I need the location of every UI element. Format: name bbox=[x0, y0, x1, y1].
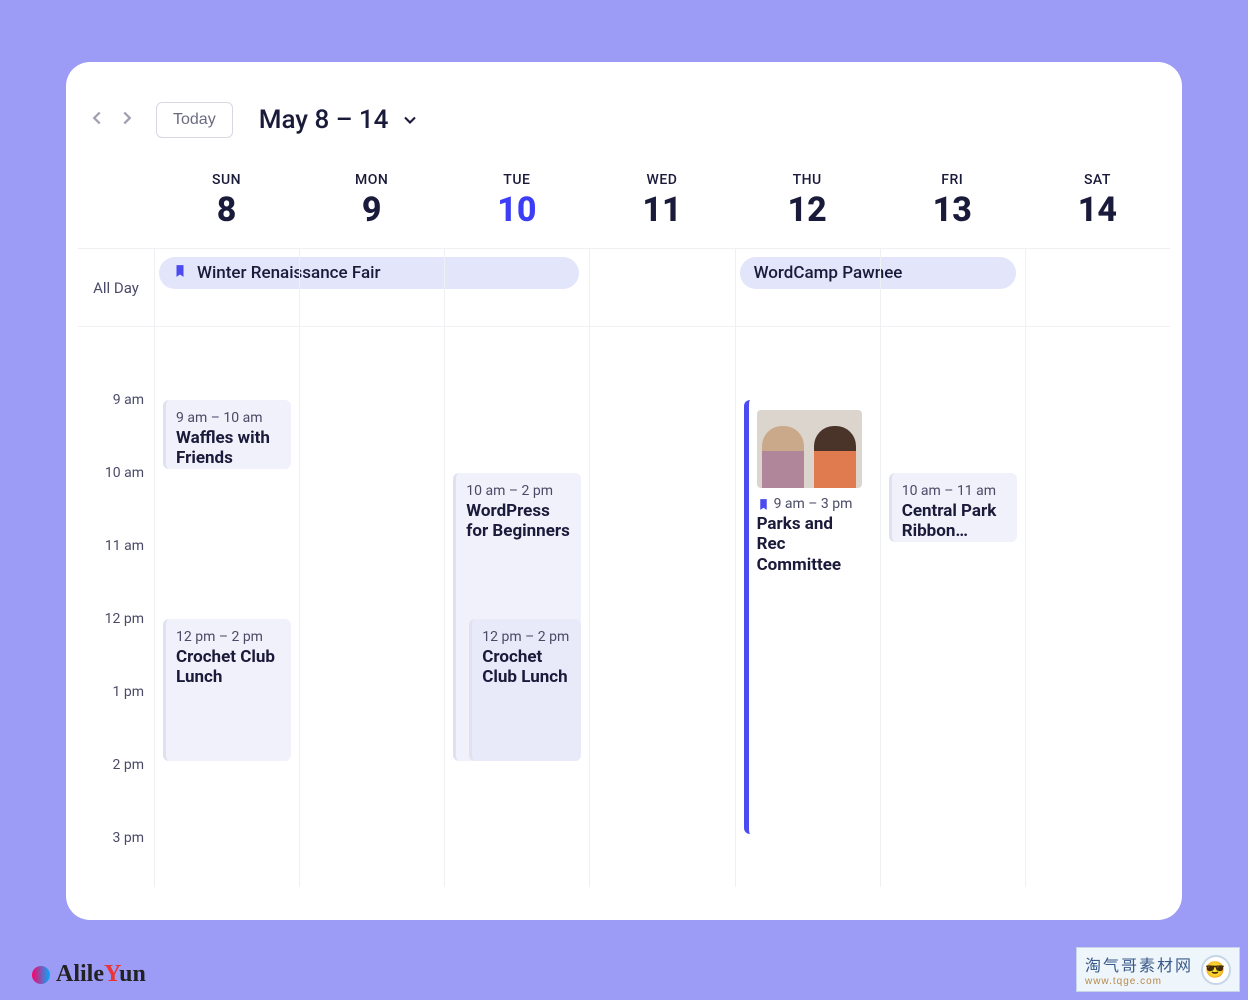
calendar-event[interactable]: 9 am – 3 pm Parks and Rec Committee bbox=[744, 400, 872, 834]
calendar-card: Today May 8 – 14 SUN8 MON9 TUE10 WED11 T… bbox=[66, 62, 1182, 920]
all-day-cell[interactable] bbox=[589, 249, 734, 327]
bookmark-icon bbox=[757, 496, 774, 512]
watermark-logo: AlileYun bbox=[32, 961, 146, 988]
toolbar: Today May 8 – 14 bbox=[78, 102, 1170, 162]
event-title: Central Park Ribbon… bbox=[902, 501, 1007, 542]
all-day-cell[interactable]: Winter Renaissance Fair bbox=[154, 249, 299, 327]
chevron-left-icon bbox=[86, 107, 108, 129]
event-title: Crochet Club Lunch bbox=[176, 647, 281, 688]
all-day-cell[interactable] bbox=[1025, 249, 1170, 327]
watermark-source: 淘气哥素材网 www.tqge.com 😎 bbox=[1076, 947, 1240, 992]
time-grid: 9 am 10 am 11 am 12 pm 1 pm 2 pm 3 pm 9 am – 1… bbox=[78, 327, 1170, 887]
all-day-label: All Day bbox=[78, 249, 154, 327]
event-time: 12 pm – 2 pm bbox=[482, 629, 571, 645]
chevron-down-icon bbox=[400, 110, 420, 130]
event-title: Parks and Rec Committee bbox=[757, 514, 862, 575]
day-column[interactable] bbox=[1025, 327, 1170, 887]
time-label: 11 am bbox=[105, 538, 144, 554]
day-column[interactable]: 9 am – 3 pm Parks and Rec Committee bbox=[735, 327, 880, 887]
next-week-button[interactable] bbox=[116, 107, 138, 133]
today-button[interactable]: Today bbox=[156, 102, 233, 138]
all-day-row: All Day Winter Renaissance Fair WordCamp… bbox=[78, 249, 1170, 327]
event-title: Waffles with Friends bbox=[176, 428, 281, 469]
all-day-cell[interactable] bbox=[444, 249, 589, 327]
day-column[interactable]: 10 am – 2 pm WordPress for Beginners 12 pm… bbox=[444, 327, 589, 887]
all-day-cell[interactable]: WordCamp Pawnee bbox=[735, 249, 880, 327]
time-label: 12 pm bbox=[105, 611, 144, 627]
event-time: 9 am – 3 pm bbox=[757, 496, 862, 512]
calendar-event[interactable]: 9 am – 10 am Waffles with Friends bbox=[163, 400, 291, 469]
all-day-cell[interactable] bbox=[880, 249, 1025, 327]
day-column[interactable]: 9 am – 10 am Waffles with Friends 12 pm – … bbox=[154, 327, 299, 887]
day-header[interactable]: MON9 bbox=[299, 162, 444, 249]
date-range-picker[interactable]: May 8 – 14 bbox=[259, 105, 421, 135]
day-header[interactable]: FRI13 bbox=[880, 162, 1025, 249]
time-label: 2 pm bbox=[113, 757, 144, 773]
bookmark-icon bbox=[173, 263, 187, 283]
calendar-event[interactable]: 12 pm – 2 pm Crochet Club Lunch bbox=[469, 619, 581, 761]
event-time: 10 am – 11 am bbox=[902, 483, 1007, 499]
time-label: 3 pm bbox=[113, 830, 144, 846]
day-header[interactable]: TUE10 bbox=[444, 162, 589, 249]
day-header[interactable]: SUN8 bbox=[154, 162, 299, 249]
calendar-event[interactable]: 10 am – 11 am Central Park Ribbon… bbox=[889, 473, 1017, 542]
day-header[interactable]: SAT14 bbox=[1025, 162, 1170, 249]
event-time: 9 am – 10 am bbox=[176, 410, 281, 426]
time-label: 10 am bbox=[105, 465, 144, 481]
event-title: WordPress for Beginners bbox=[466, 501, 571, 542]
time-label: 9 am bbox=[113, 392, 144, 408]
prev-week-button[interactable] bbox=[86, 107, 108, 133]
calendar-event[interactable]: 12 pm – 2 pm Crochet Club Lunch bbox=[163, 619, 291, 761]
time-label: 1 pm bbox=[113, 684, 144, 700]
event-image bbox=[757, 410, 862, 488]
chevron-right-icon bbox=[116, 107, 138, 129]
date-range-label: May 8 – 14 bbox=[259, 105, 389, 135]
day-header[interactable]: WED11 bbox=[589, 162, 734, 249]
event-time: 12 pm – 2 pm bbox=[176, 629, 281, 645]
day-header-row: SUN8 MON9 TUE10 WED11 THU12 FRI13 SAT14 bbox=[78, 162, 1170, 249]
event-time: 10 am – 2 pm bbox=[466, 483, 571, 499]
day-column[interactable] bbox=[299, 327, 444, 887]
mascot-icon: 😎 bbox=[1201, 955, 1231, 985]
day-column[interactable] bbox=[589, 327, 734, 887]
event-title: Crochet Club Lunch bbox=[482, 647, 571, 688]
logo-icon bbox=[32, 966, 50, 984]
nav-arrows bbox=[86, 107, 138, 133]
time-gutter: 9 am 10 am 11 am 12 pm 1 pm 2 pm 3 pm bbox=[78, 327, 154, 887]
day-column[interactable]: 10 am – 11 am Central Park Ribbon… bbox=[880, 327, 1025, 887]
all-day-cell[interactable] bbox=[299, 249, 444, 327]
day-header[interactable]: THU12 bbox=[735, 162, 880, 249]
